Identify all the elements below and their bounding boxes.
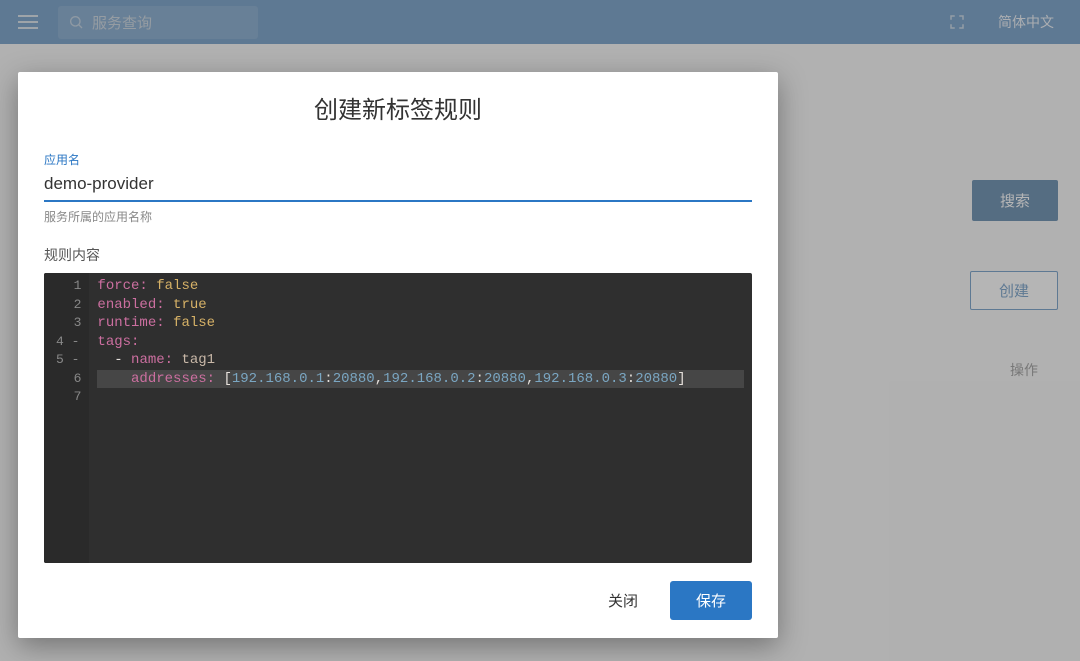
dialog-title: 创建新标签规则 [18, 90, 778, 125]
app-name-label: 应用名 [44, 151, 752, 168]
app-name-input[interactable] [44, 170, 752, 202]
dialog-actions: 关闭 保存 [18, 563, 778, 638]
create-tag-rule-dialog: 创建新标签规则 应用名 服务所属的应用名称 规则内容 1234 -5 -67 f… [18, 72, 778, 638]
rule-content-label: 规则内容 [44, 245, 752, 265]
app-name-hint: 服务所属的应用名称 [44, 208, 752, 225]
yaml-editor[interactable]: 1234 -5 -67 force: false enabled: true r… [44, 273, 752, 563]
editor-code[interactable]: force: false enabled: true runtime: fals… [89, 273, 752, 563]
modal-overlay: 创建新标签规则 应用名 服务所属的应用名称 规则内容 1234 -5 -67 f… [0, 0, 1080, 661]
close-button[interactable]: 关闭 [594, 582, 652, 619]
editor-gutter: 1234 -5 -67 [44, 273, 89, 563]
save-button[interactable]: 保存 [670, 581, 752, 620]
